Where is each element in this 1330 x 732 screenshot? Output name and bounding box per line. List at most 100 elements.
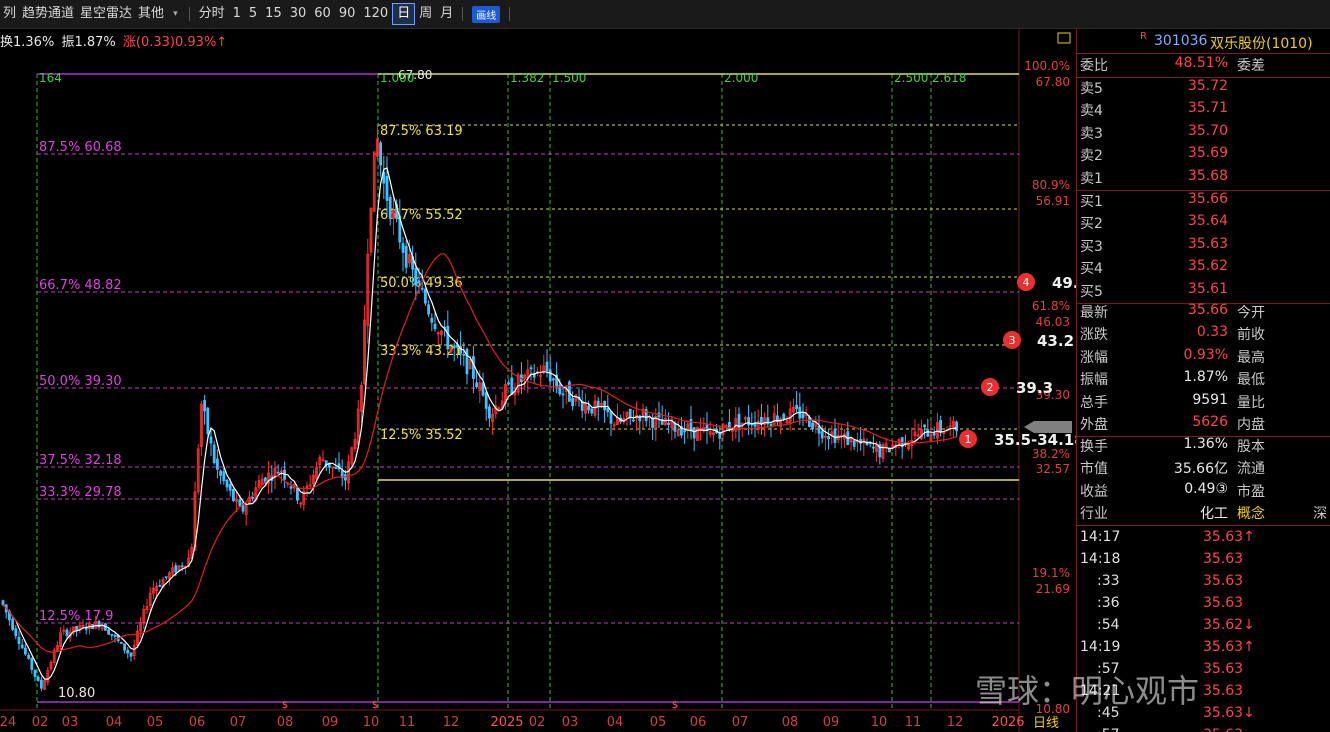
x-axis-label: 2026: [991, 715, 1024, 730]
candle-body: [126, 649, 130, 654]
x-axis-label: 07: [230, 715, 247, 730]
candle-body: [433, 323, 437, 330]
period-intraday[interactable]: 分时: [195, 4, 229, 24]
candle-body: [20, 644, 24, 649]
period-week[interactable]: 周: [415, 4, 436, 24]
panel-divider: [1077, 53, 1330, 54]
candle-body: [113, 635, 117, 637]
period-1min[interactable]: 1: [229, 4, 245, 24]
candle-body: [215, 458, 219, 470]
right-axis-pct: 100.0%: [1024, 59, 1070, 73]
x-axis-label: 03: [562, 715, 579, 730]
ask-price: 35.71: [1187, 100, 1228, 117]
ask-price: 35.70: [1187, 122, 1228, 139]
candle-body: [110, 633, 114, 636]
time-fib-label: 2.000: [724, 71, 758, 85]
bid-price: 35.63: [1187, 235, 1228, 252]
candle-body: [203, 400, 207, 412]
x-axis-label: 02: [529, 715, 546, 730]
candle-body: [923, 424, 926, 428]
candle-body: [737, 413, 741, 430]
candle-body: [590, 408, 594, 414]
stat-label: 涨跌: [1080, 327, 1108, 344]
stat-label: 市值: [1080, 461, 1108, 478]
left-fib-level-label: 33.3% 29.78: [39, 485, 122, 500]
candle-body: [747, 417, 750, 426]
candle-body: [462, 353, 466, 356]
period-15min[interactable]: 15: [261, 4, 286, 24]
toolbar-item-trend-channel[interactable]: 趋势通道: [19, 4, 77, 24]
stat-label: 最新: [1080, 305, 1108, 321]
period-month[interactable]: 月: [436, 4, 457, 24]
ask-price: 35.69: [1187, 145, 1228, 162]
right-axis-pct: 19.1%: [1032, 566, 1070, 580]
toolbar-item-list[interactable]: 列: [0, 4, 19, 24]
candle-body: [817, 426, 821, 434]
turnover-text: 换1.36%: [0, 35, 55, 50]
stat-value: 1.36%: [1183, 436, 1228, 452]
tick-price: 35.63↓: [1203, 705, 1255, 721]
x-axis-label: 05: [147, 715, 164, 730]
left-fib-level-label: 66.7% 48.82: [39, 278, 122, 293]
candle-body: [164, 576, 168, 579]
candle-body: [811, 422, 814, 430]
candle-body: [75, 625, 78, 631]
left-fib-level-label: 50.0% 39.30: [39, 374, 122, 389]
tick-price: 35.63: [1203, 551, 1244, 567]
period-60min[interactable]: 60: [310, 4, 335, 24]
candle-body: [487, 406, 491, 419]
candle-body: [36, 676, 40, 681]
toolbar-item-other[interactable]: 其他: [135, 4, 167, 24]
x-axis-label: 06: [690, 715, 707, 730]
kline-chart[interactable]: 24 02 03 04 05 06 07 08 09 10 11 12 2025 02 03 04 05 06 07…: [0, 29, 1076, 732]
stat-label2: 最低: [1237, 372, 1265, 389]
bid-label: 买1: [1080, 194, 1103, 210]
period-90min[interactable]: 90: [335, 4, 360, 24]
candle-body: [452, 345, 456, 349]
candle-body: [107, 629, 110, 635]
period-120min[interactable]: 120: [359, 4, 392, 24]
draw-line-button[interactable]: 画线: [472, 5, 501, 23]
right-fib-level-label: 12.5% 35.52: [380, 428, 463, 443]
x-axis-label: 10: [871, 715, 888, 730]
chevron-down-icon[interactable]: ▾: [173, 9, 178, 19]
period-30min[interactable]: 30: [286, 4, 311, 24]
right-axis-price: 32.57: [1036, 462, 1070, 476]
x-axis-label: 08: [782, 715, 799, 730]
candle-body: [417, 280, 421, 283]
candle-body: [603, 400, 606, 411]
tick-time: :54: [1097, 617, 1120, 633]
candle-body: [414, 267, 418, 286]
candle-body: [40, 679, 43, 689]
candle-body: [484, 392, 488, 409]
kline-chart-svg[interactable]: 24 02 03 04 05 06 07 08 09 10 11 12 2025 02 03 04 05 06 07…: [0, 29, 1076, 732]
bid-price: 35.61: [1187, 280, 1228, 297]
candle-body: [510, 377, 514, 395]
stat-label2: 最高: [1237, 349, 1265, 366]
period-day[interactable]: 日: [392, 3, 416, 25]
candle-body: [801, 413, 805, 419]
candle-body: [718, 433, 722, 439]
toolbar-item-star-radar[interactable]: 星空雷达: [77, 4, 135, 24]
bid-label: 买2: [1080, 216, 1103, 233]
ask-label: 卖5: [1080, 81, 1103, 97]
candle-body: [820, 431, 824, 439]
candle-body: [206, 407, 210, 435]
industry-label: 行业: [1080, 506, 1108, 522]
candle-body: [939, 420, 942, 433]
candle-body: [385, 175, 389, 201]
candle-body: [276, 471, 280, 474]
marker-number: 2: [987, 381, 994, 394]
left-fib-level-label: 12.5% 17.9: [39, 609, 113, 624]
ask-label: 卖1: [1080, 170, 1103, 187]
candle-body: [427, 304, 431, 315]
period-5min[interactable]: 5: [245, 4, 261, 24]
stat-value: 1.87%: [1183, 369, 1228, 386]
candle-body: [379, 142, 383, 166]
candle-body: [225, 479, 229, 488]
stat-label2: 前收: [1237, 327, 1265, 344]
candle-body: [430, 317, 434, 323]
event-marker: $: [672, 700, 678, 711]
quote-panel: R 301036 双乐股份(1010) 委比 48.51% 委差 卖5 35.72 卖4 35.7…: [1076, 29, 1330, 732]
candle-body: [17, 636, 21, 644]
